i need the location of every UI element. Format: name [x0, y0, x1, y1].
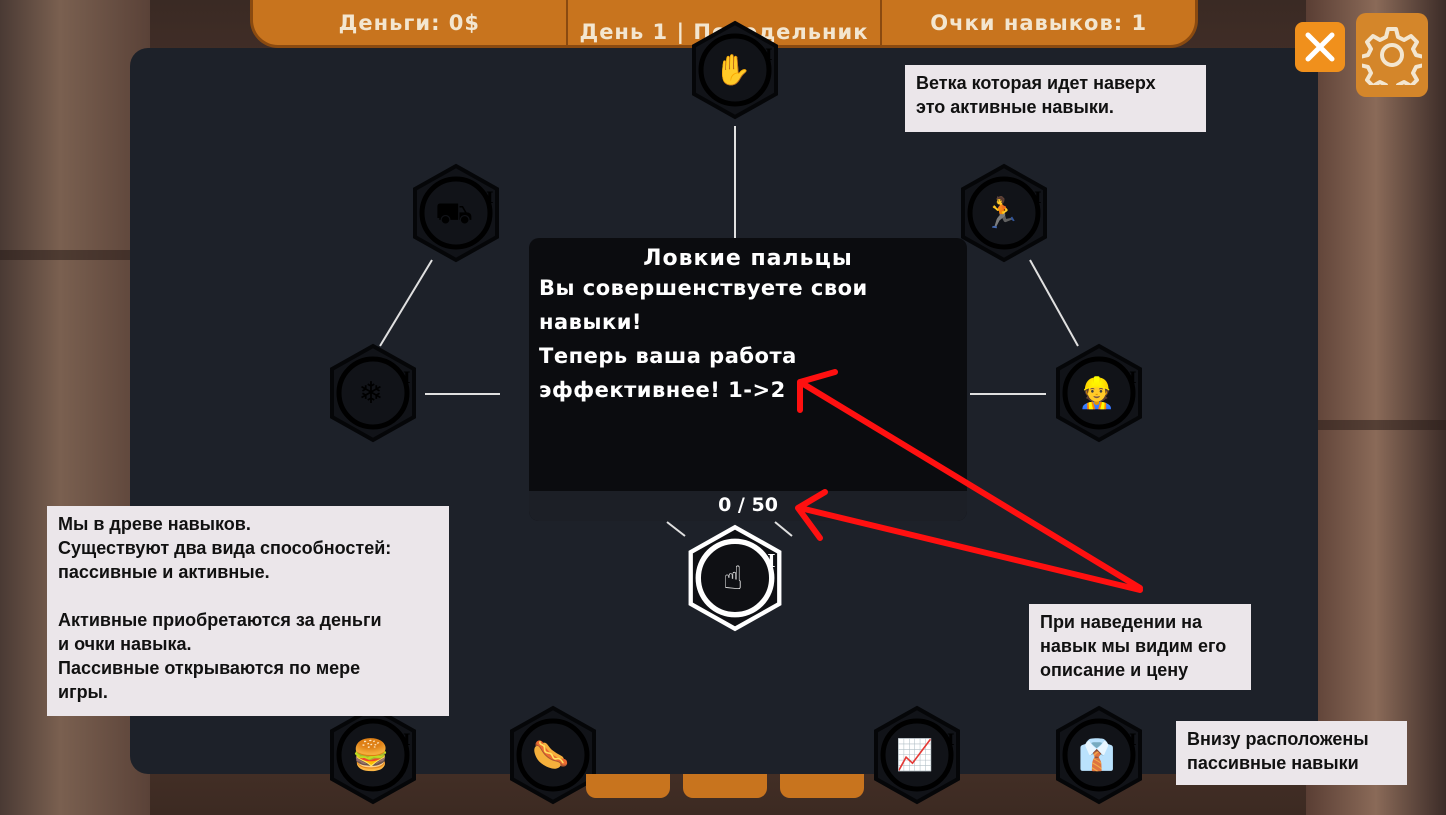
bottom-tab-button[interactable] — [780, 774, 864, 798]
fast-runner-skill[interactable]: 🏃 I — [954, 163, 1054, 263]
note-line: Внизу расположены — [1187, 729, 1369, 749]
tooltip-title: Ловкие пальцы — [643, 246, 853, 271]
note-line: Активные приобретаются за деньги — [58, 610, 382, 630]
note-line: и очки навыка. — [58, 634, 192, 654]
skill-level-label: I — [765, 45, 772, 64]
svg-text:⛟: ⛟ — [435, 196, 473, 231]
worker-skill[interactable]: 👷 I — [1049, 343, 1149, 443]
background-rail — [0, 250, 130, 260]
svg-text:✋: ✋ — [714, 52, 751, 88]
note-line: пассивные и активные. — [58, 562, 270, 582]
money-display: Деньги: 0$ — [253, 0, 568, 45]
annotation-note-passive: Внизу расположены пассивные навыки — [1176, 721, 1407, 785]
note-line: Ветка которая идет наверх — [916, 73, 1156, 93]
worker-icon: 👷 I — [1056, 343, 1142, 443]
businessman-skill[interactable]: 👔 I — [1049, 705, 1149, 805]
skill-level-label: I — [1034, 188, 1041, 207]
tooltip-description-line: Вы совершенствуете свои навыки! — [539, 276, 868, 334]
tap-finger-icon: ☝ I — [688, 524, 782, 632]
note-line: Мы в древе навыков. — [58, 514, 251, 534]
svg-text:📈: 📈 — [896, 737, 933, 773]
businessman-icon: 👔 I — [1056, 705, 1142, 805]
fridge-upgrade-skill[interactable]: ❄ I — [323, 343, 423, 443]
running-man-icon: 🏃 I — [961, 163, 1047, 263]
note-line: навык мы видим его — [1040, 636, 1227, 656]
tooltip-description: Вы совершенствуете свои навыки! Теперь в… — [539, 271, 957, 407]
growth-chart-skill[interactable]: 📈 I — [867, 705, 967, 805]
note-line: пассивные навыки — [1187, 753, 1359, 773]
burger-icon: 🍔 I — [330, 705, 416, 805]
close-button[interactable] — [1295, 22, 1345, 72]
note-line: Пассивные открываются по мере — [58, 658, 361, 678]
note-line: При наведении на — [1040, 612, 1203, 632]
svg-text:🏃: 🏃 — [983, 195, 1020, 231]
hand-truck-icon: ⛟ I — [413, 163, 499, 263]
bottom-tab-button[interactable] — [683, 774, 767, 798]
settings-button[interactable] — [1356, 13, 1428, 97]
tooltip-description-line: эффективнее! 1->2 — [539, 378, 786, 402]
skill-level-label: I — [1129, 368, 1136, 387]
annotation-note-active-branch: Ветка которая идет наверх это активные н… — [905, 65, 1206, 132]
skill-level-label: I — [767, 552, 775, 572]
skill-tooltip: Ловкие пальцы Вы совершенствуете свои на… — [529, 238, 967, 521]
skill-level-label: I — [486, 188, 493, 207]
hand-click-skill-top[interactable]: ✋ I — [685, 20, 785, 120]
tooltip-price: 0 / 50 — [718, 494, 778, 516]
skill-level-label: I — [1129, 730, 1136, 749]
gear-icon — [1362, 27, 1422, 85]
note-line: игры. — [58, 682, 108, 702]
tooltip-description-line: Теперь ваша работа — [539, 344, 797, 368]
note-line: это активные навыки. — [916, 97, 1114, 117]
annotation-note-hover: При наведении на навык мы видим его опис… — [1029, 604, 1251, 690]
note-line: Существуют два вида способностей: — [58, 538, 392, 558]
svg-text:🌭: 🌭 — [532, 738, 569, 773]
svg-text:👷: 👷 — [1078, 375, 1115, 411]
skill-points-display: Очки навыков: 1 — [930, 10, 1148, 35]
note-line: описание и цену — [1040, 660, 1189, 680]
hand-click-icon: ✋ I — [692, 20, 778, 120]
svg-text:❄: ❄ — [358, 376, 383, 411]
skill-level-label: I — [403, 730, 410, 749]
background-rail — [1318, 420, 1446, 430]
bottom-tab-button[interactable] — [586, 774, 670, 798]
annotation-note-skill-tree: Мы в древе навыков. Существуют два вида … — [47, 506, 449, 716]
cart-boxes-skill[interactable]: ⛟ I — [406, 163, 506, 263]
note-spacer — [58, 584, 438, 608]
svg-text:🍔: 🍔 — [352, 737, 389, 773]
skill-level-label: I — [947, 730, 954, 749]
skill-level-label: I — [403, 368, 410, 387]
burger-skill[interactable]: 🍔 I — [323, 705, 423, 805]
fridge-icon: ❄ I — [330, 343, 416, 443]
close-icon — [1305, 32, 1335, 62]
svg-text:👔: 👔 — [1078, 737, 1115, 773]
background-scene-right — [1306, 0, 1446, 815]
svg-text:☝: ☝ — [723, 559, 743, 597]
growth-chart-icon: 📈 I — [874, 705, 960, 805]
dexterous-fingers-skill[interactable]: ☝ I — [681, 524, 789, 632]
